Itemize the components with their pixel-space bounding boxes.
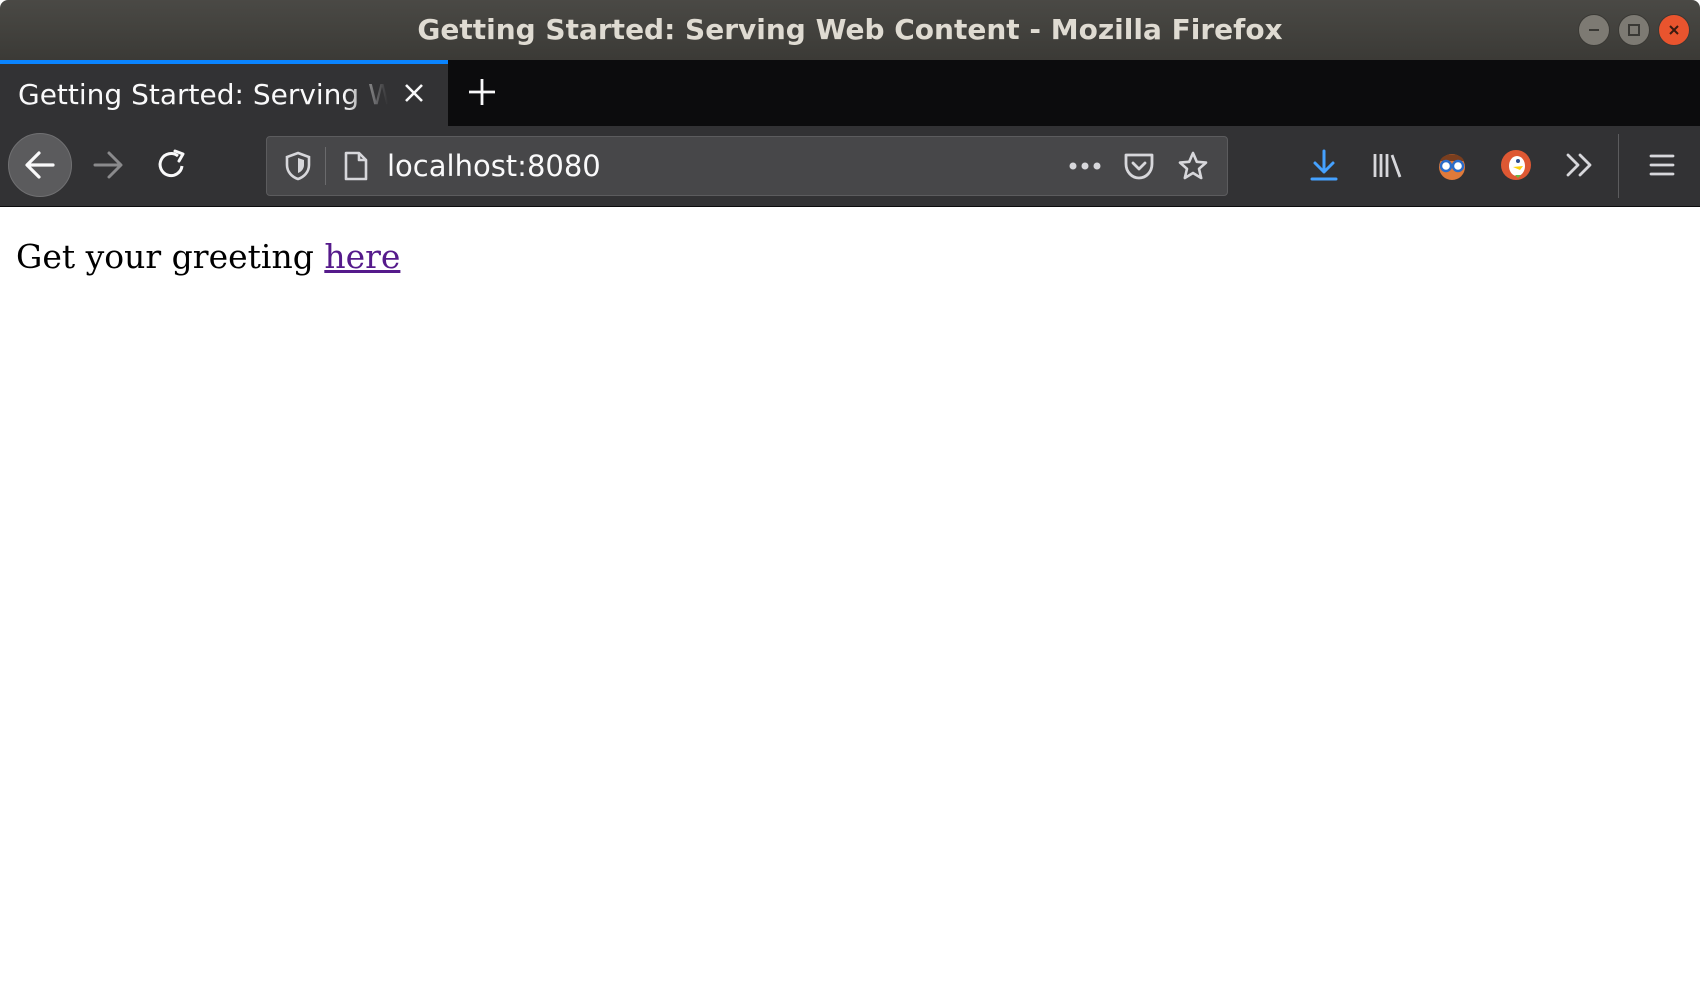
hamburger-menu-icon — [1649, 154, 1675, 176]
pocket-button[interactable] — [1121, 148, 1157, 184]
maximize-icon — [1628, 24, 1640, 36]
shield-icon — [285, 151, 311, 181]
tracking-protection-button[interactable] — [281, 149, 315, 183]
reload-button[interactable] — [150, 143, 194, 187]
maximize-button[interactable] — [1618, 14, 1650, 46]
greeting-link[interactable]: here — [324, 237, 400, 276]
address-bar[interactable]: localhost:8080 — [266, 136, 1228, 196]
tab-title: Getting Started: Serving Web Content — [18, 78, 388, 111]
library-button[interactable] — [1366, 143, 1410, 187]
duckduckgo-icon — [1501, 150, 1531, 180]
tab-strip: Getting Started: Serving Web Content — [0, 60, 1700, 126]
window-controls — [1578, 14, 1690, 46]
app-menu-button[interactable] — [1640, 143, 1684, 187]
bookmark-button[interactable] — [1175, 148, 1211, 184]
downloads-button[interactable] — [1302, 143, 1346, 187]
greeting-paragraph: Get your greeting here — [16, 237, 400, 276]
window-title: Getting Started: Serving Web Content - M… — [417, 13, 1283, 46]
minimize-icon — [1589, 29, 1599, 31]
overflow-chevron-icon — [1566, 153, 1592, 177]
forward-arrow-icon — [93, 151, 123, 179]
window-titlebar: Getting Started: Serving Web Content - M… — [0, 0, 1700, 60]
plus-icon — [469, 79, 495, 105]
back-arrow-icon — [25, 151, 55, 179]
extension-button-2[interactable] — [1494, 143, 1538, 187]
close-window-button[interactable] — [1658, 14, 1690, 46]
extension-glasses-icon — [1439, 154, 1465, 180]
tab-active[interactable]: Getting Started: Serving Web Content — [0, 60, 448, 126]
tab-close-button[interactable] — [398, 77, 430, 109]
minimize-button[interactable] — [1578, 14, 1610, 46]
bookmark-star-icon — [1178, 151, 1208, 180]
library-icon — [1373, 154, 1402, 178]
greeting-text: Get your greeting — [16, 237, 325, 276]
page-icon — [344, 151, 368, 181]
new-tab-button[interactable] — [462, 72, 502, 112]
urlbar-divider — [325, 147, 326, 185]
extension-button-1[interactable] — [1430, 143, 1474, 187]
reload-icon — [158, 149, 185, 178]
toolbar-divider — [1618, 134, 1619, 198]
site-info-button[interactable] — [339, 149, 373, 183]
url-text[interactable]: localhost:8080 — [387, 137, 601, 195]
download-icon — [1310, 149, 1338, 181]
close-icon — [1669, 25, 1679, 35]
more-dots-icon — [1069, 162, 1101, 170]
navigation-toolbar: localhost:8080 — [0, 126, 1700, 207]
page-content: Get your greeting here — [0, 207, 1700, 1002]
back-button[interactable] — [8, 133, 72, 197]
overflow-menu-button[interactable] — [1558, 143, 1602, 187]
pocket-icon — [1124, 153, 1154, 180]
forward-button[interactable] — [86, 143, 130, 187]
close-icon — [405, 84, 423, 102]
page-actions-button[interactable] — [1065, 149, 1105, 183]
